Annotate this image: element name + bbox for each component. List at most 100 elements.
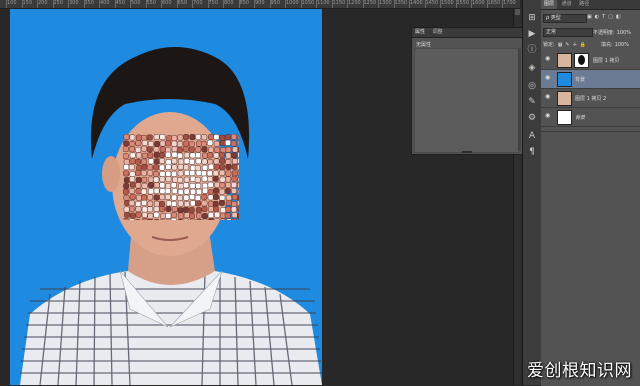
ruler-label: 1000: [286, 0, 299, 6]
layers-icon[interactable]: ◈: [526, 62, 538, 74]
tab-channels[interactable]: 通道: [559, 1, 575, 7]
opacity-value[interactable]: 100%: [617, 30, 631, 36]
ruler-label: 1650: [487, 0, 501, 6]
ruler-label: 350: [84, 0, 95, 6]
mosaic-pattern: [123, 134, 239, 220]
fill-label: 填充:: [601, 42, 613, 48]
ruler-label: 1200: [348, 0, 361, 6]
ruler-label: 200: [38, 0, 48, 6]
ruler-label: 1500: [441, 0, 454, 6]
ruler-label: 400: [100, 0, 110, 6]
filter-shape-icon[interactable]: ▢: [608, 14, 613, 20]
eye-icon[interactable]: ◉: [545, 56, 551, 62]
layer-name[interactable]: 图层 1 拷贝 2: [575, 95, 606, 102]
document-image[interactable]: [10, 9, 322, 385]
ruler-label: 1700: [503, 0, 516, 6]
layer-thumbnail: [557, 72, 572, 87]
horizontal-ruler: 100 150 200 250 300 350 400 450 500 550 600 650 700 7…: [0, 0, 520, 9]
layer-name[interactable]: 背景: [575, 76, 585, 83]
lock-pixels-icon[interactable]: ▦: [558, 42, 563, 48]
ruler-label: 800: [224, 0, 234, 6]
ruler-label: 1400: [410, 0, 423, 6]
ruler-label: 150: [22, 0, 33, 6]
opacity-row: 不透明度: 100%: [593, 29, 631, 37]
properties-scrollbar[interactable]: [518, 48, 521, 151]
layer-mask-thumbnail[interactable]: [574, 53, 589, 68]
lock-label: 锁定:: [543, 42, 555, 48]
opacity-label: 不透明度:: [593, 30, 615, 36]
layer-filter-select[interactable]: ρ 类型: [543, 14, 587, 23]
filter-smart-icon[interactable]: ◧: [616, 14, 621, 20]
tab-paths[interactable]: 路径: [576, 1, 592, 7]
ruler-label: 950: [270, 0, 281, 6]
ruler-label: 100: [7, 0, 17, 6]
blend-mode-select[interactable]: 正常: [543, 28, 593, 37]
layers-panel-tabs: 图层 通道 路径: [541, 0, 640, 10]
ruler-label: 1550: [456, 0, 470, 6]
ruler-label: 700: [193, 0, 203, 6]
filter-icons: ▣ ◐ T ▢ ◧: [587, 14, 621, 20]
brush-icon[interactable]: ✎: [526, 96, 538, 108]
layer-row[interactable]: ◉ 背景: [541, 108, 640, 127]
lock-row: 锁定: ▦ ✎ ✛ 🔒: [543, 41, 586, 49]
ruler-label: 1150: [332, 0, 346, 6]
layer-name[interactable]: 图层 1 拷贝: [593, 57, 619, 64]
actions-icon[interactable]: ▶: [526, 28, 538, 40]
ruler-label: 600: [162, 0, 172, 6]
filter-pixel-icon[interactable]: ▣: [587, 14, 592, 20]
layer-row[interactable]: ◉ 图层 1 拷贝 2: [541, 89, 640, 108]
layer-name[interactable]: 背景: [575, 114, 585, 121]
watermark-text: 爱创根知识网: [527, 361, 632, 381]
eye-icon[interactable]: ◉: [545, 94, 551, 100]
lock-position-icon[interactable]: ✛: [573, 42, 577, 48]
layers-panel: 图层 通道 路径 ρ 类型 ▣ ◐ T ▢ ◧ 正常 不透明度: 100% 锁定…: [541, 0, 640, 386]
ruler-label: 450: [115, 0, 126, 6]
properties-content: [414, 48, 520, 153]
filter-type-icon[interactable]: T: [602, 14, 605, 20]
ruler-label: 900: [255, 0, 265, 6]
lock-paint-icon[interactable]: ✎: [565, 42, 569, 48]
ruler-label: 1450: [425, 0, 439, 6]
lock-all-icon[interactable]: 🔒: [580, 42, 586, 48]
filter-adjust-icon[interactable]: ◐: [595, 14, 599, 20]
layers-panel-empty-area: [541, 131, 640, 386]
mosaic-pixelated-area[interactable]: [123, 134, 239, 220]
fill-value[interactable]: 100%: [615, 42, 629, 48]
properties-resize-grip[interactable]: [462, 151, 472, 153]
ruler-label: 1600: [472, 0, 485, 6]
ruler-label: 1350: [394, 0, 408, 6]
ruler-label: 1250: [363, 0, 377, 6]
ruler-label: 1050: [301, 0, 315, 6]
layer-thumbnail: [557, 110, 572, 125]
scrollbar-thumb[interactable]: [515, 9, 520, 15]
ruler-label: 850: [239, 0, 250, 6]
paragraph-icon[interactable]: ¶: [526, 146, 538, 158]
eye-icon[interactable]: ◉: [545, 75, 551, 81]
ruler-label: 550: [146, 0, 157, 6]
tab-adjustments[interactable]: 调整: [430, 29, 446, 35]
tab-properties[interactable]: 属性: [412, 29, 428, 35]
ruler-label: 300: [69, 0, 79, 6]
layer-row[interactable]: ◉ 背景: [541, 70, 640, 89]
clone-source-icon[interactable]: ⚙: [526, 112, 538, 124]
ruler-label: 250: [53, 0, 64, 6]
panel-tool-strip: ⊞ ▶ ⓘ ◈ ◎ ✎ ⚙ A ¶: [522, 0, 542, 385]
layer-thumbnail: [557, 53, 572, 68]
ruler-label: 500: [131, 0, 141, 6]
tab-layers[interactable]: 图层: [541, 0, 558, 9]
ruler-label: 650: [177, 0, 188, 6]
ruler-label: 750: [208, 0, 219, 6]
layer-row[interactable]: ◉ 图层 1 拷贝: [541, 51, 640, 70]
layer-thumbnail: [557, 91, 572, 106]
fill-row: 填充: 100%: [601, 41, 629, 49]
info-icon[interactable]: ⓘ: [526, 44, 538, 56]
properties-tabs: 属性 调整: [412, 28, 522, 38]
ruler-label: 1100: [317, 0, 330, 6]
channels-icon[interactable]: ◎: [526, 80, 538, 92]
eye-icon[interactable]: ◉: [545, 113, 551, 119]
properties-title: 无属性: [416, 42, 432, 48]
history-icon[interactable]: ⊞: [526, 12, 538, 24]
character-icon[interactable]: A: [526, 130, 538, 142]
ruler-label: 1300: [379, 0, 392, 6]
properties-panel: 属性 调整 无属性: [411, 27, 523, 155]
